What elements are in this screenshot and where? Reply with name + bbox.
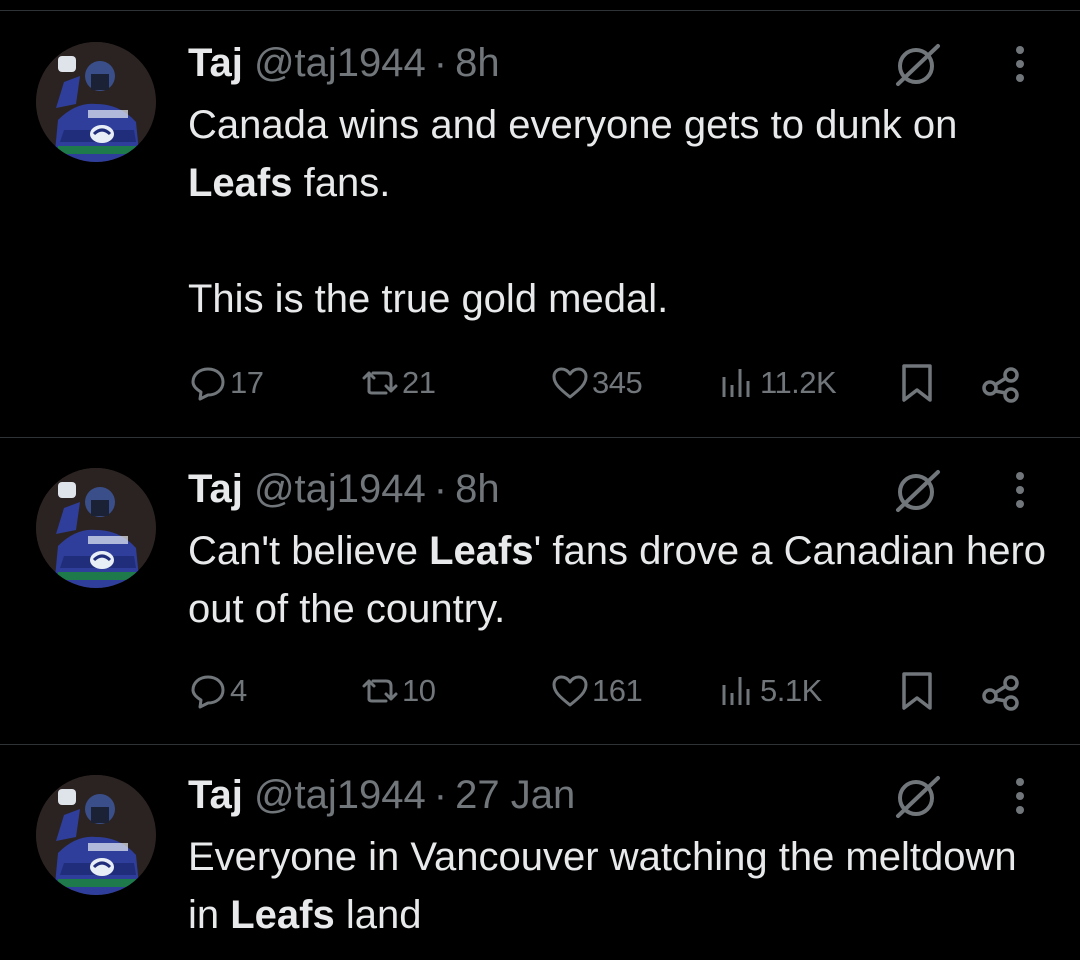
retweet-count: 21 — [402, 365, 436, 400]
tweet-text: Canada wins and everyone gets to dunk on… — [188, 96, 1048, 328]
retweet-arrows-icon — [362, 371, 398, 395]
tweet-text: Can't believe Leafs' fans drove a Canadi… — [188, 522, 1048, 638]
vertical-ellipsis-icon[interactable] — [1000, 770, 1040, 822]
bar-chart-icon — [722, 369, 750, 397]
author-handle[interactable]: @taj1944 — [254, 41, 426, 85]
avatar[interactable] — [36, 42, 156, 162]
like-count: 161 — [592, 673, 643, 708]
tweet-divider — [0, 437, 1080, 438]
reply-count: 4 — [230, 673, 247, 708]
bar-chart-icon — [722, 677, 750, 705]
bookmark-icon[interactable] — [896, 670, 938, 712]
separator-dot: · — [433, 773, 448, 817]
heart-icon — [552, 367, 588, 399]
grok-slash-circle-icon[interactable] — [892, 38, 944, 90]
author-name[interactable]: Taj — [188, 773, 243, 817]
share-nodes-icon[interactable] — [980, 670, 1022, 712]
author-name[interactable]: Taj — [188, 41, 243, 85]
reply-button[interactable]: 4 — [188, 666, 247, 716]
views-button[interactable]: 5.1K — [718, 666, 822, 716]
author-handle[interactable]: @taj1944 — [254, 773, 426, 817]
top-divider — [0, 10, 1080, 11]
vertical-ellipsis-icon[interactable] — [1000, 38, 1040, 90]
tweet-header: Taj @taj1944 · 8h — [188, 38, 500, 88]
avatar[interactable] — [36, 775, 156, 895]
like-count: 345 — [592, 365, 643, 400]
hashtag-leafs[interactable]: Leafs — [188, 161, 293, 205]
hockey-goalie-avatar-image — [36, 468, 156, 588]
tweet-actions: 17 21 345 11.2K — [188, 358, 1048, 408]
view-count: 11.2K — [760, 365, 837, 400]
retweet-button[interactable]: 21 — [360, 358, 436, 408]
retweet-button[interactable]: 10 — [360, 666, 436, 716]
tweet-paragraph-1: Canada wins and everyone gets to dunk on… — [188, 103, 958, 205]
tweet-paragraph-1: Can't believe Leafs' fans drove a Canadi… — [188, 529, 1047, 631]
timestamp[interactable]: 8h — [455, 467, 500, 511]
hashtag-leafs[interactable]: Leafs — [429, 529, 534, 573]
tweet-paragraph-2: This is the true gold medal. — [188, 277, 669, 321]
tweet-actions: 4 10 161 5.1K — [188, 666, 1048, 716]
retweet-count: 10 — [402, 673, 436, 708]
grok-slash-circle-icon[interactable] — [892, 464, 944, 516]
tweet-header: Taj @taj1944 · 27 Jan — [188, 770, 575, 820]
grok-slash-circle-icon[interactable] — [892, 770, 944, 822]
like-button[interactable]: 345 — [550, 358, 643, 408]
speech-bubble-icon — [191, 367, 225, 401]
avatar[interactable] — [36, 468, 156, 588]
author-name[interactable]: Taj — [188, 467, 243, 511]
retweet-arrows-icon — [362, 679, 398, 703]
speech-bubble-icon — [191, 675, 225, 709]
tweet-divider — [0, 744, 1080, 745]
separator-dot: · — [433, 467, 448, 511]
tweet-text: Everyone in Vancouver watching the meltd… — [188, 828, 1048, 944]
share-nodes-icon[interactable] — [980, 362, 1022, 404]
views-button[interactable]: 11.2K — [718, 358, 837, 408]
like-button[interactable]: 161 — [550, 666, 643, 716]
heart-icon — [552, 675, 588, 707]
timestamp[interactable]: 8h — [455, 41, 500, 85]
reply-button[interactable]: 17 — [188, 358, 264, 408]
separator-dot: · — [433, 41, 448, 85]
view-count: 5.1K — [760, 673, 822, 708]
hockey-goalie-avatar-image — [36, 775, 156, 895]
hashtag-leafs[interactable]: Leafs — [230, 893, 335, 937]
reply-count: 17 — [230, 365, 264, 400]
timestamp[interactable]: 27 Jan — [455, 773, 575, 817]
vertical-ellipsis-icon[interactable] — [1000, 464, 1040, 516]
hockey-goalie-avatar-image — [36, 42, 156, 162]
tweet-paragraph-1: Everyone in Vancouver watching the meltd… — [188, 835, 1017, 937]
tweet-header: Taj @taj1944 · 8h — [188, 464, 500, 514]
bookmark-icon[interactable] — [896, 362, 938, 404]
author-handle[interactable]: @taj1944 — [254, 467, 426, 511]
